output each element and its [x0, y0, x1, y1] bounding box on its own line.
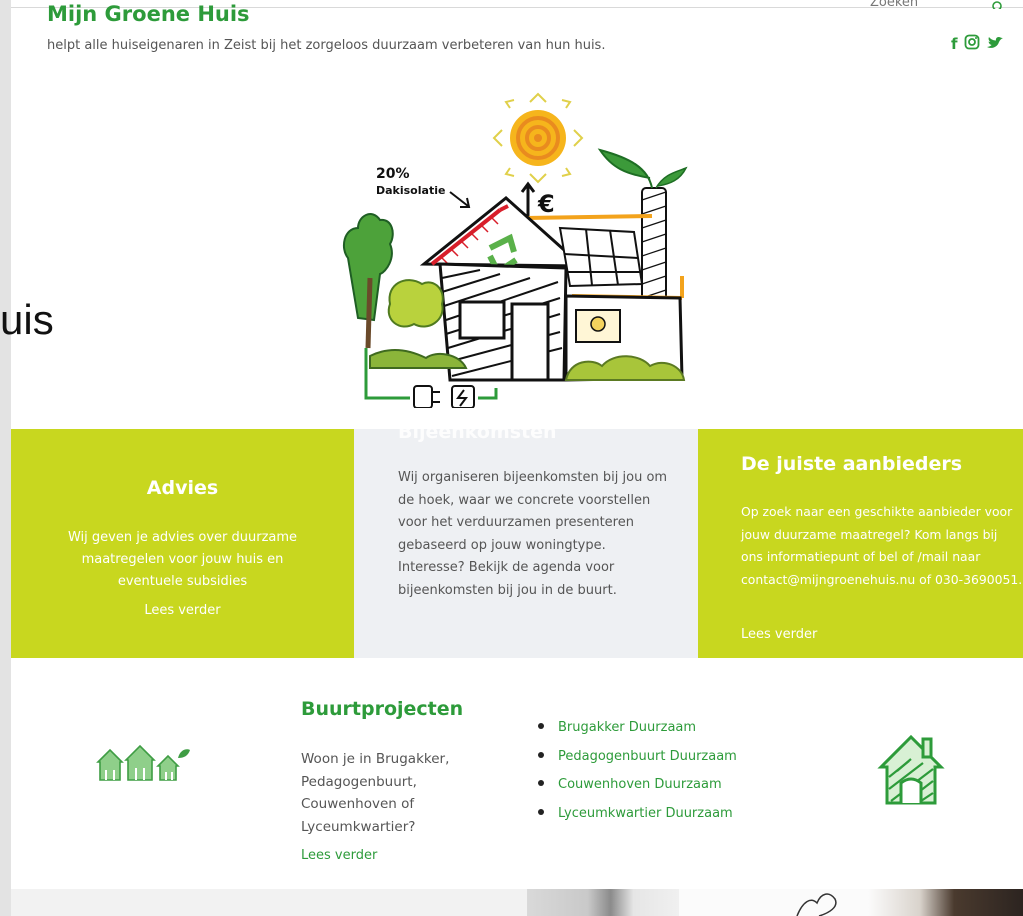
photo-thumbnail: [679, 889, 1023, 916]
site-tagline: helpt alle huiseigenaren in Zeist bij he…: [47, 38, 606, 53]
bijeenkomsten-title: Bijeenkomsten: [398, 421, 557, 443]
annotation-label: Dakisolatie: [376, 184, 445, 197]
bijeenkomsten-panel: Bijeenkomsten Wij organiseren bijeenkoms…: [354, 421, 698, 658]
aanbieders-lees-verder-link[interactable]: Lees verder: [741, 627, 817, 642]
list-item: Brugakker Duurzaam: [538, 715, 737, 744]
search-label[interactable]: Zoeken: [870, 0, 918, 9]
plug-icon: [413, 385, 475, 409]
twitter-icon[interactable]: [986, 35, 1004, 54]
site-title[interactable]: Mijn Groene Huis: [47, 2, 250, 26]
aanbieders-panel: De juiste aanbieders Op zoek naar een ge…: [698, 429, 1023, 658]
buurtprojecten-text: Woon je in Brugakker, Pedagogenbuurt, Co…: [301, 751, 450, 835]
advies-lees-verder-link[interactable]: Lees verder: [11, 603, 354, 618]
aanbieders-title: De juiste aanbieders: [741, 453, 963, 475]
list-item: Pedagogenbuurt Duurzaam: [538, 744, 737, 773]
house-icon: [877, 731, 945, 811]
advies-title: Advies: [146, 477, 219, 499]
list-item: Lyceumkwartier Duurzaam: [538, 801, 737, 830]
buurtprojecten-lees-verder-link[interactable]: Lees verder: [301, 848, 377, 863]
hero-illustration: 20% Dakisolatie €: [330, 88, 690, 409]
houses-icon: [96, 742, 192, 788]
couwenhoven-link[interactable]: Couwenhoven Duurzaam: [558, 777, 722, 792]
advies-text: Wij geven je advies over duurzame maatre…: [67, 530, 298, 589]
sun-icon: [492, 92, 584, 184]
search-icon[interactable]: [992, 0, 1006, 9]
lyceumkwartier-link[interactable]: Lyceumkwartier Duurzaam: [558, 806, 733, 821]
photo-thumbnail: [527, 889, 679, 916]
annotation-percent: 20%: [376, 166, 410, 182]
buurtprojecten-title: Buurtprojecten: [301, 698, 464, 720]
buurtprojecten-list: Brugakker Duurzaam Pedagogenbuurt Duurza…: [538, 715, 737, 829]
facebook-icon[interactable]: f: [951, 36, 958, 52]
left-window-strip: [0, 0, 11, 916]
aanbieders-text: Op zoek naar een geschikte aanbieder voo…: [741, 504, 1023, 587]
list-item: Couwenhoven Duurzaam: [538, 772, 737, 801]
pedagogenbuurt-link[interactable]: Pedagogenbuurt Duurzaam: [558, 749, 737, 764]
advies-panel: Advies Wij geven je advies over duurzame…: [11, 429, 354, 658]
background-window-text: uis: [0, 296, 54, 343]
money-label: €: [537, 190, 555, 218]
bijeenkomsten-text: Wij organiseren bijeenkomsten bij jou om…: [398, 470, 668, 598]
instagram-icon[interactable]: [964, 34, 980, 54]
social-links: f: [951, 34, 1004, 54]
brugakker-link[interactable]: Brugakker Duurzaam: [558, 720, 696, 735]
